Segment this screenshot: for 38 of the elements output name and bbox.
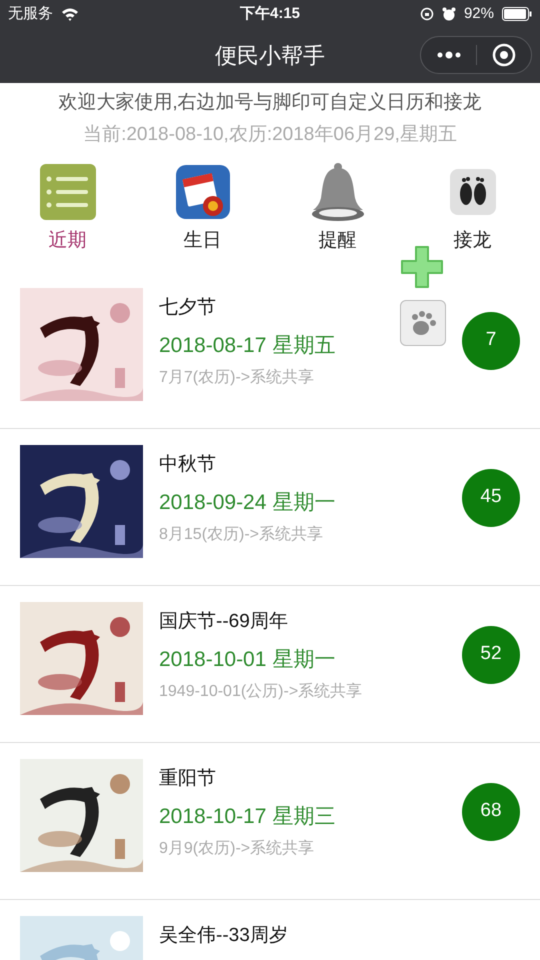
event-title: 重阳节 <box>159 766 217 790</box>
event-source: 7月7(农历)->系统共享 <box>159 368 316 388</box>
wifi-icon <box>61 7 79 21</box>
carrier-text: 无服务 <box>8 4 53 24</box>
plus-icon <box>400 245 444 289</box>
days-left-badge: 52 <box>462 626 520 684</box>
target-icon <box>492 43 516 67</box>
event-source: 1949-10-01(公历)->系统共享 <box>159 682 364 702</box>
list-icon <box>38 163 96 221</box>
welcome-text: 欢迎大家使用,右边加号与脚印可自定义日历和接龙 <box>58 91 482 115</box>
category-tab[interactable]: 接龙 <box>405 161 540 256</box>
event-source: 9月9(农历)->系统共享 <box>159 838 316 858</box>
event-title: 七夕节 <box>159 296 217 320</box>
event-title: 吴全伟--33周岁 <box>159 924 289 948</box>
event-date: 2018-10-17 星期三 <box>159 804 336 830</box>
more-icon <box>436 51 460 59</box>
clock-text: 下午4:15 <box>240 4 300 24</box>
days-left-badge: 68 <box>462 782 520 840</box>
category-tab[interactable]: 近期 <box>0 161 135 256</box>
alarm-icon <box>442 7 456 21</box>
page-title: 便民小帮手 <box>215 42 325 70</box>
rotation-lock-icon <box>420 7 434 21</box>
current-date-text: 当前:2018-08-10,农历:2018年06月29,星期五 <box>83 123 457 147</box>
footprints-icon <box>448 168 496 216</box>
category-tab[interactable]: 生日 <box>135 161 270 256</box>
event-date: 2018-09-24 星期一 <box>159 490 336 516</box>
battery-icon <box>502 7 532 21</box>
event-title: 中秋节 <box>159 452 217 476</box>
event-date: 2018-08-17 星期五 <box>159 332 336 358</box>
calendar-icon <box>174 164 230 220</box>
category-tab[interactable]: 提醒 <box>270 161 405 256</box>
event-title: 国庆节--69周年 <box>159 610 289 634</box>
event-date: 2018-10-01 星期一 <box>159 646 336 672</box>
days-left-badge: 7 <box>462 312 520 370</box>
event-source: 8月15(农历)->系统共享 <box>159 524 324 544</box>
days-left-badge: 45 <box>462 468 520 526</box>
battery-percent: 92% <box>464 4 494 24</box>
paw-button[interactable] <box>400 300 446 346</box>
